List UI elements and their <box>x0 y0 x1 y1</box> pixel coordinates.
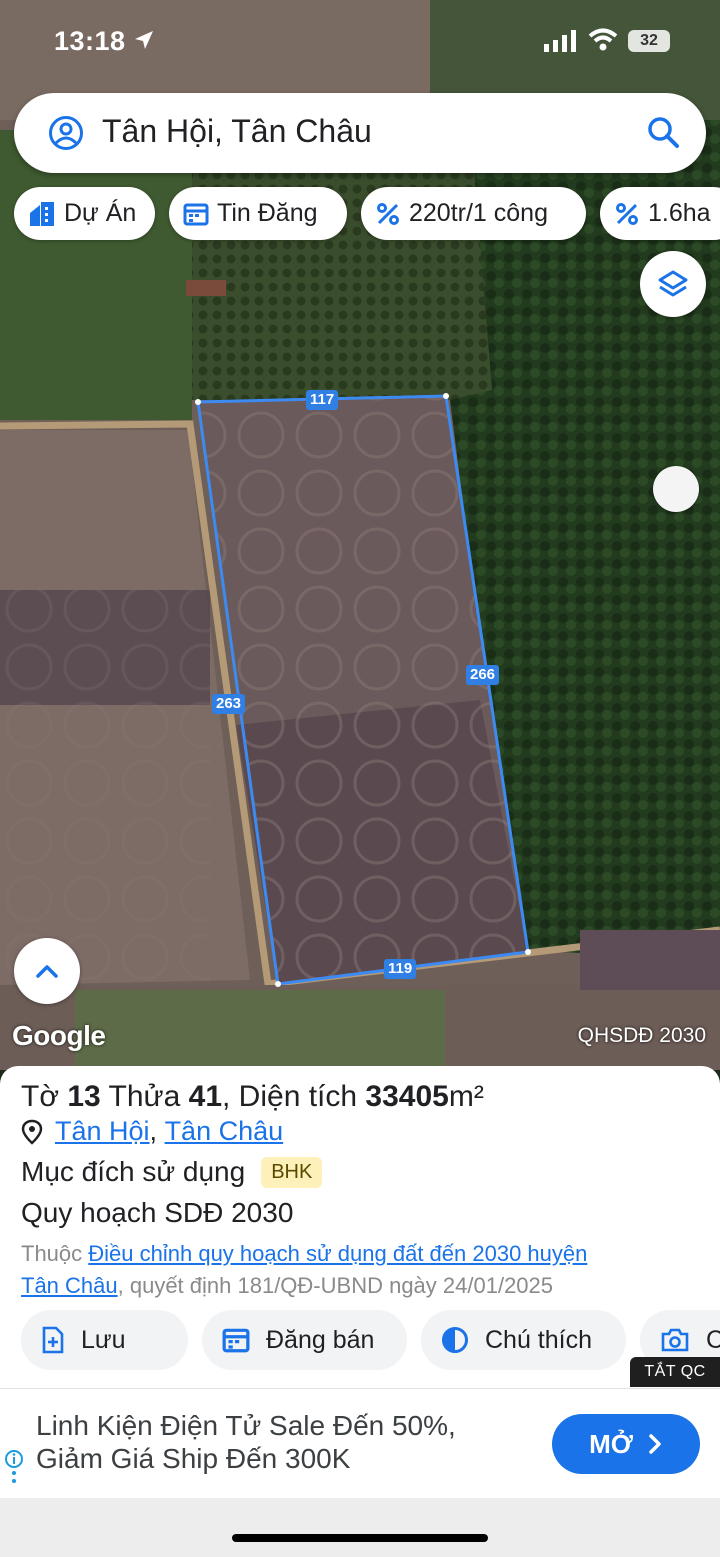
plan-reference: Thuộc Điều chỉnh quy hoạch sử dụng đất đ… <box>21 1241 588 1298</box>
building-icon <box>28 201 56 227</box>
account-icon[interactable] <box>48 115 84 156</box>
plot-number: 41 <box>188 1080 223 1113</box>
plan-document-link-cont[interactable]: Tân Châu <box>21 1273 118 1298</box>
plan-title: Quy hoạch SDĐ 2030 <box>21 1197 294 1228</box>
action-label: Đăng bán <box>266 1325 375 1354</box>
post-sale-button[interactable]: Đăng bán <box>202 1310 407 1370</box>
home-indicator[interactable] <box>232 1534 488 1542</box>
status-bar: 13:18 32 <box>0 22 720 62</box>
edge-length-top: 117 <box>306 390 339 410</box>
status-time: 13:18 <box>54 26 126 56</box>
google-logo: Google <box>12 1020 106 1051</box>
ad-banner[interactable]: Linh Kiện Điện Tử Sale Đến 50%, Giảm Giá… <box>0 1388 720 1498</box>
legend-button[interactable]: Chú thích <box>421 1310 626 1370</box>
commune-link[interactable]: Tân Hội <box>55 1116 150 1147</box>
drag-handle-button[interactable] <box>653 466 699 512</box>
purpose-code-badge: BHK <box>261 1156 323 1188</box>
action-label: Lưu <box>81 1325 126 1354</box>
chip-label: 220tr/1 công <box>409 199 548 227</box>
area-value: 33405 <box>365 1080 449 1113</box>
chip-area[interactable]: 1.6ha <box>600 187 720 240</box>
action-label: Chú thích <box>485 1325 593 1354</box>
district-link[interactable]: Tân Châu <box>165 1116 284 1147</box>
expand-up-button[interactable] <box>14 938 80 1004</box>
satellite-map[interactable]: 117 266 263 119 13:18 32 Tân Hội, Tân Ch… <box>0 0 720 1070</box>
bookmark-add-icon <box>41 1326 65 1354</box>
contrast-icon <box>441 1326 469 1354</box>
home-indicator-area <box>0 1498 720 1557</box>
location-pin-icon <box>21 1119 43 1145</box>
search-bar[interactable]: Tân Hội, Tân Châu <box>14 93 706 173</box>
battery-indicator: 32 <box>628 30 670 52</box>
chip-projects[interactable]: Dự Án <box>14 187 155 240</box>
percent-tag-icon <box>614 201 640 227</box>
search-icon[interactable] <box>646 115 680 154</box>
wifi-icon <box>588 28 618 57</box>
map-layer-label: QHSDĐ 2030 <box>577 1024 706 1047</box>
parcel-address: Tân Hội, Tân Châu <box>21 1116 283 1147</box>
parcel-title: Tờ 13 Thửa 41, Diện tích 33405m² <box>21 1080 484 1113</box>
location-arrow-icon <box>134 30 154 55</box>
sheet-number: 13 <box>67 1080 101 1113</box>
ad-info-icon[interactable] <box>4 1449 24 1494</box>
calendar-icon <box>183 202 209 226</box>
chip-listings[interactable]: Tin Đăng <box>169 187 347 240</box>
chip-label: Dự Án <box>64 199 137 227</box>
land-use-purpose: Mục đích sử dụng BHK <box>21 1156 323 1188</box>
chevron-right-icon <box>649 1434 661 1454</box>
close-ads-button[interactable]: TẮT QC <box>630 1357 720 1387</box>
camera-icon <box>660 1327 690 1353</box>
search-query[interactable]: Tân Hội, Tân Châu <box>102 113 372 150</box>
ad-open-button[interactable]: MỞ <box>552 1414 700 1474</box>
layers-button[interactable] <box>640 251 706 317</box>
edge-length-left: 263 <box>212 694 246 714</box>
percent-tag-icon <box>375 201 401 227</box>
edge-length-bottom: 119 <box>384 959 417 979</box>
chip-label: 1.6ha <box>648 199 711 227</box>
chip-price[interactable]: 220tr/1 công <box>361 187 586 240</box>
save-button[interactable]: Lưu <box>21 1310 188 1370</box>
ad-line-2: Giảm Giá Ship Đến 300K <box>36 1443 351 1474</box>
ad-text: Linh Kiện Điện Tử Sale Đến 50%, Giảm Giá… <box>36 1409 456 1475</box>
chip-label: Tin Đăng <box>217 199 318 227</box>
plan-document-link[interactable]: Điều chỉnh quy hoạch sử dụng đất đến 203… <box>88 1241 587 1266</box>
action-label: C <box>706 1325 720 1354</box>
calendar-icon <box>222 1327 250 1353</box>
layers-icon <box>658 270 688 297</box>
ad-line-1: Linh Kiện Điện Tử Sale Đến 50%, <box>36 1410 456 1441</box>
chevron-up-icon <box>36 965 58 978</box>
edge-length-right: 266 <box>466 665 500 685</box>
cell-signal-icon <box>544 30 578 57</box>
parcel-info-panel: Tờ 13 Thửa 41, Diện tích 33405m² Tân Hội… <box>0 1066 720 1388</box>
